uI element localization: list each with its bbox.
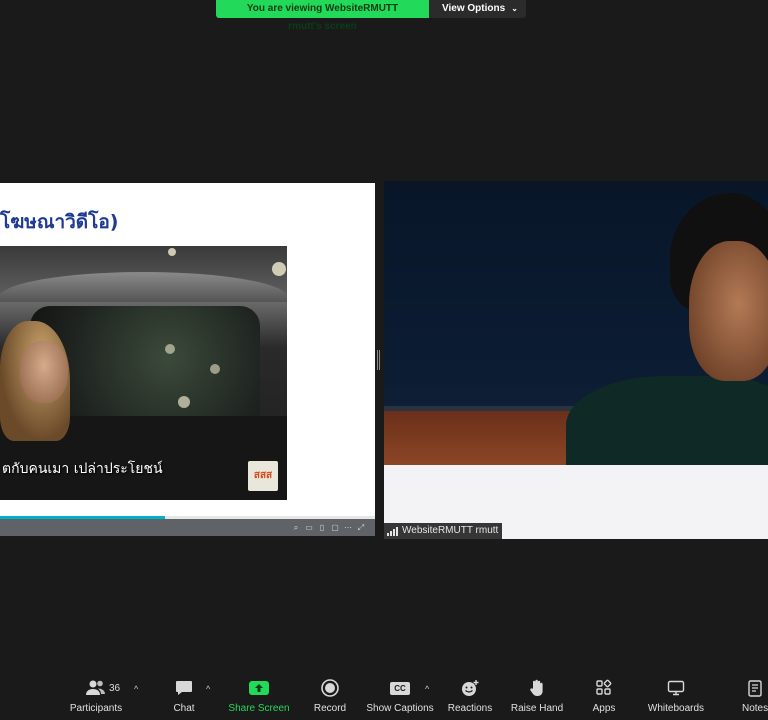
- light-graphic: [168, 248, 176, 256]
- share-screen-icon: [249, 675, 269, 701]
- participants-button[interactable]: Participants: [70, 675, 122, 714]
- whiteboards-label: Whiteboards: [647, 703, 705, 714]
- apps-label: Apps: [592, 703, 616, 714]
- participant-video[interactable]: WebsiteRMUTT rmutt: [384, 181, 768, 539]
- reactions-label: Reactions: [447, 703, 493, 714]
- view-options-button[interactable]: View Options ⌄: [429, 0, 526, 18]
- car-roof-graphic: [0, 272, 287, 302]
- person-face-graphic: [689, 241, 768, 381]
- copy-icon[interactable]: ▢: [331, 523, 339, 532]
- show-captions-button[interactable]: CC Show Captions: [366, 675, 434, 714]
- share-screen-label: Share Screen: [228, 703, 290, 714]
- reactions-button[interactable]: Reactions: [447, 675, 493, 714]
- notes-label: Notes: [742, 703, 768, 714]
- shared-screen: โฆษณาวิดีโอ) ตกับคนเมา เปล่าประโยชน์ สสส…: [0, 183, 375, 536]
- fit-icon[interactable]: ▯: [318, 523, 326, 532]
- raise-hand-button[interactable]: Raise Hand: [510, 675, 564, 714]
- show-captions-label: Show Captions: [366, 703, 434, 714]
- split-divider-handle[interactable]: [377, 350, 380, 370]
- chat-button[interactable]: Chat: [166, 675, 202, 714]
- record-label: Record: [313, 703, 347, 714]
- participants-icon: [85, 675, 107, 701]
- chevron-down-icon: ⌄: [511, 4, 518, 13]
- captions-icon: CC: [390, 675, 410, 701]
- share-toolbar: ⌕ ▭ ▯ ▢ ⋯ ⤢: [0, 519, 375, 536]
- chat-label: Chat: [173, 703, 195, 714]
- light-graphic: [272, 262, 286, 276]
- notes-button[interactable]: Notes: [738, 675, 768, 714]
- light-graphic: [178, 396, 190, 408]
- meeting-toolbar: Participants 36 ^ Chat ^ Share Screen Re…: [0, 675, 768, 720]
- share-screen-button[interactable]: Share Screen: [228, 675, 290, 714]
- slide-video[interactable]: ตกับคนเมา เปล่าประโยชน์ สสส: [0, 246, 287, 500]
- light-graphic: [165, 344, 175, 354]
- light-graphic: [210, 364, 220, 374]
- expand-icon[interactable]: ⤢: [357, 523, 365, 532]
- apps-icon: [595, 675, 613, 701]
- sss-logo: สสส: [248, 461, 278, 491]
- raise-hand-icon: [529, 675, 545, 701]
- slide-title: โฆษณาวิดีโอ): [0, 211, 119, 233]
- participants-count: 36: [109, 683, 121, 694]
- viewing-banner: You are viewing WebsiteRMUTT rmutt's scr…: [216, 0, 526, 32]
- viewing-message: You are viewing WebsiteRMUTT rmutt's scr…: [216, 0, 429, 32]
- record-icon: [321, 675, 339, 701]
- person-face-graphic: [20, 341, 68, 403]
- view-options-label: View Options: [442, 3, 506, 14]
- zoom-icon[interactable]: ⌕: [292, 523, 300, 532]
- record-button[interactable]: Record: [312, 675, 348, 714]
- participants-label: Participants: [69, 703, 123, 714]
- reactions-icon: [460, 675, 480, 701]
- notes-icon: [738, 675, 762, 701]
- participant-name: WebsiteRMUTT rmutt: [402, 525, 499, 536]
- chat-icon: [175, 675, 193, 701]
- whiteboard-icon: [667, 675, 685, 701]
- apps-button[interactable]: Apps: [588, 675, 620, 714]
- participant-name-tag: WebsiteRMUTT rmutt: [384, 523, 503, 539]
- captions-caret-icon[interactable]: ^: [425, 684, 429, 694]
- raise-hand-label: Raise Hand: [510, 703, 564, 714]
- video-subtitle: ตกับคนเมา เปล่าประโยชน์: [2, 461, 163, 477]
- participants-caret-icon[interactable]: ^: [134, 684, 138, 694]
- grid-icon[interactable]: ▭: [305, 523, 313, 532]
- chat-caret-icon[interactable]: ^: [206, 684, 210, 694]
- signal-icon: [387, 526, 398, 536]
- more-icon[interactable]: ⋯: [344, 523, 352, 532]
- whiteboards-button[interactable]: Whiteboards: [646, 675, 706, 714]
